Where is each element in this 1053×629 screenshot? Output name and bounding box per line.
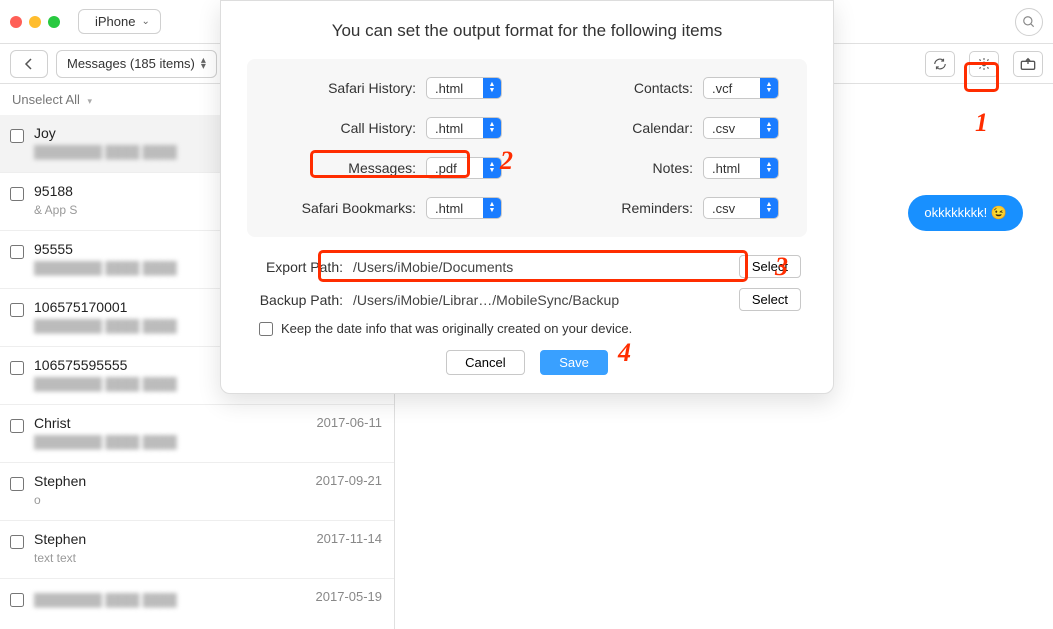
list-item-preview: ████████ ████ ████ (34, 593, 382, 607)
list-item-preview: ████████ ████ ████ (34, 435, 382, 449)
settings-button[interactable] (969, 51, 999, 77)
backup-path-row: Backup Path: /Users/iMobie/Librar…/Mobil… (253, 288, 801, 311)
list-item[interactable]: Stephen2017-11-14text text (0, 521, 394, 579)
select-arrows-icon: ▲▼ (483, 158, 501, 178)
format-row-calendar: Calendar: .csv▲▼ (552, 117, 779, 139)
maximize-icon[interactable] (48, 16, 60, 28)
dialog-title: You can set the output format for the fo… (247, 21, 807, 41)
select-call-history[interactable]: .html▲▼ (426, 117, 502, 139)
keep-date-checkbox-row: Keep the date info that was originally c… (259, 321, 801, 336)
refresh-icon (933, 57, 947, 71)
select-notes[interactable]: .html▲▼ (703, 157, 779, 179)
list-item-checkbox[interactable] (10, 593, 24, 607)
list-item-checkbox[interactable] (10, 187, 24, 201)
select-safari-bookmarks[interactable]: .html▲▼ (426, 197, 502, 219)
save-button[interactable]: Save (540, 350, 608, 375)
list-item-checkbox[interactable] (10, 245, 24, 259)
select-arrows-icon: ▲▼ (483, 198, 501, 218)
search-button[interactable] (1015, 8, 1043, 36)
search-icon (1022, 15, 1036, 29)
format-row-messages: Messages: .pdf▲▼ (275, 157, 502, 179)
select-arrows-icon: ▲▼ (760, 158, 778, 178)
export-icon (1020, 57, 1036, 71)
select-arrows-icon: ▲▼ (760, 118, 778, 138)
select-reminders[interactable]: .csv▲▼ (703, 197, 779, 219)
gear-icon (977, 57, 991, 71)
list-item-checkbox[interactable] (10, 419, 24, 433)
backup-path-value: /Users/iMobie/Librar…/MobileSync/Backup (353, 292, 729, 308)
list-item[interactable]: Christ2017-06-11████████ ████ ████ (0, 405, 394, 463)
keep-date-label: Keep the date info that was originally c… (281, 321, 632, 336)
export-path-row: Export Path: /Users/iMobie/Documents Sel… (253, 255, 801, 278)
breadcrumb[interactable]: Messages (185 items) ▴▾ (56, 50, 217, 78)
refresh-button[interactable] (925, 51, 955, 77)
breadcrumb-label: Messages (185 items) (67, 56, 195, 71)
export-path-value: /Users/iMobie/Documents (353, 259, 729, 275)
list-item-checkbox[interactable] (10, 535, 24, 549)
window-controls (10, 16, 60, 28)
format-row-notes: Notes: .html▲▼ (552, 157, 779, 179)
list-item[interactable]: Stephen2017-09-21o (0, 463, 394, 521)
select-calendar[interactable]: .csv▲▼ (703, 117, 779, 139)
triangle-down-icon: ▾ (88, 96, 93, 106)
select-arrows-icon: ▲▼ (760, 78, 778, 98)
list-item-checkbox[interactable] (10, 129, 24, 143)
chevron-down-icon: ⌄ (141, 16, 149, 27)
list-item-checkbox[interactable] (10, 303, 24, 317)
select-messages[interactable]: .pdf▲▼ (426, 157, 502, 179)
format-row-safari-bookmarks: Safari Bookmarks: .html▲▼ (275, 197, 502, 219)
device-label: iPhone (95, 14, 135, 29)
back-button[interactable] (10, 50, 48, 78)
select-safari-history[interactable]: .html▲▼ (426, 77, 502, 99)
close-icon[interactable] (10, 16, 22, 28)
list-item-date: 2017-09-21 (316, 473, 383, 488)
list-item-preview: text text (34, 551, 382, 565)
list-item-checkbox[interactable] (10, 477, 24, 491)
select-arrows-icon: ▲▼ (760, 198, 778, 218)
minimize-icon[interactable] (29, 16, 41, 28)
format-row-call-history: Call History: .html▲▼ (275, 117, 502, 139)
cancel-button[interactable]: Cancel (446, 350, 524, 375)
select-arrows-icon: ▲▼ (483, 78, 501, 98)
backup-path-select-button[interactable]: Select (739, 288, 801, 311)
select-arrows-icon: ▲▼ (483, 118, 501, 138)
device-selector[interactable]: iPhone ⌄ (78, 9, 161, 34)
export-path-select-button[interactable]: Select (739, 255, 801, 278)
output-format-dialog: You can set the output format for the fo… (220, 0, 834, 394)
select-contacts[interactable]: .vcf▲▼ (703, 77, 779, 99)
list-item-date: 2017-11-14 (316, 531, 382, 546)
export-button[interactable] (1013, 51, 1043, 77)
format-row-reminders: Reminders: .csv▲▼ (552, 197, 779, 219)
chevron-left-icon (24, 58, 34, 70)
updown-icon: ▴▾ (201, 58, 206, 70)
list-item-checkbox[interactable] (10, 361, 24, 375)
format-row-contacts: Contacts: .vcf▲▼ (552, 77, 779, 99)
format-grid: Safari History: .html▲▼ Contacts: .vcf▲▼… (247, 59, 807, 237)
format-row-safari-history: Safari History: .html▲▼ (275, 77, 502, 99)
list-item[interactable]: 2017-05-19████████ ████ ████ (0, 579, 394, 629)
outgoing-bubble: okkkkkkkk! 😉 (908, 195, 1023, 231)
keep-date-checkbox[interactable] (259, 322, 273, 336)
list-item-date: 2017-06-11 (316, 415, 382, 430)
list-item-preview: o (34, 493, 382, 507)
